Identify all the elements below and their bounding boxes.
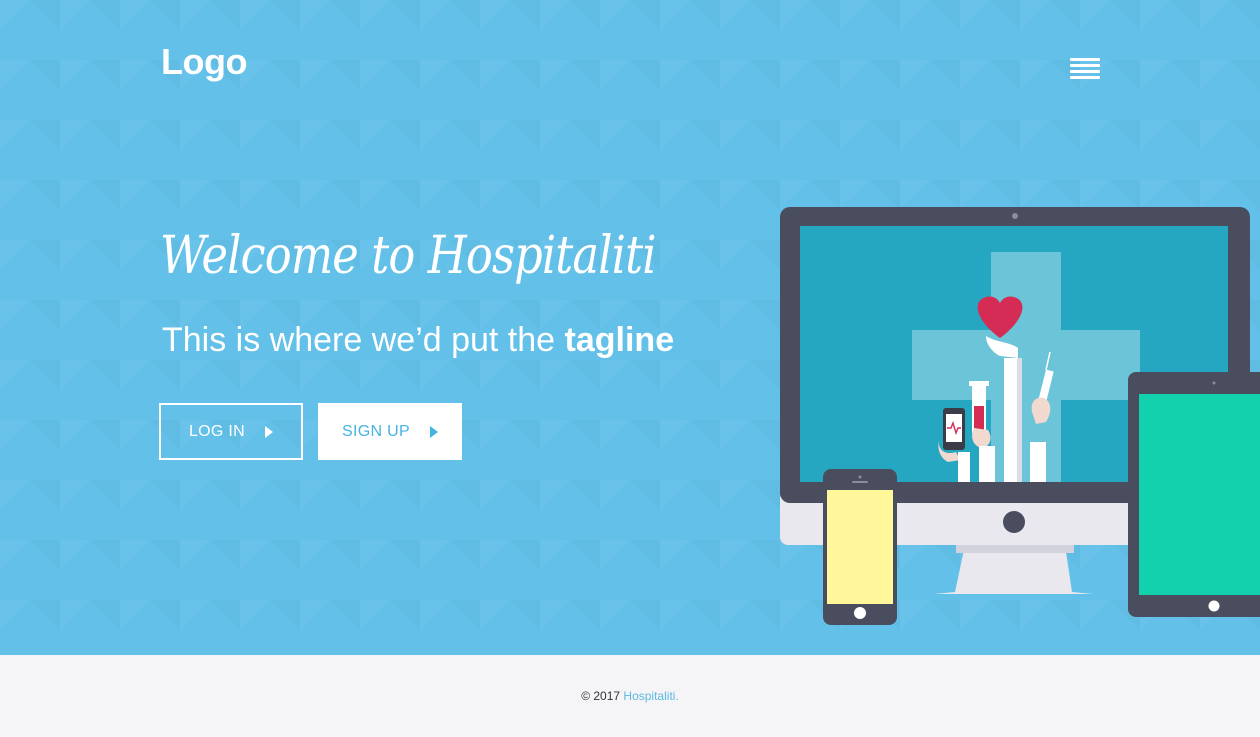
tagline: This is where we’d put the tagline — [162, 321, 675, 359]
tagline-prefix: This is where we’d put the — [162, 321, 556, 359]
footer-brand-link[interactable]: Hospitaliti. — [623, 689, 678, 703]
phone-illustration — [823, 469, 897, 625]
login-button[interactable]: LOG IN — [159, 403, 303, 460]
login-button-label: LOG IN — [188, 422, 246, 440]
hamburger-menu-icon[interactable] — [1068, 56, 1102, 82]
tagline-emphasis: tagline — [564, 321, 675, 359]
signup-button[interactable]: SIGN UP — [318, 403, 462, 460]
welcome-heading: Welcome to Hospitaliti — [160, 226, 657, 286]
devices-illustration — [780, 207, 1260, 625]
tablet-illustration — [1128, 372, 1260, 617]
logo[interactable]: Logo — [161, 44, 247, 80]
signup-button-label: SIGN UP — [342, 422, 410, 440]
footer: © 2017 Hospitaliti. — [0, 655, 1260, 737]
footer-copyright: © 2017 Hospitaliti. — [0, 689, 1260, 703]
copyright-text: © 2017 — [581, 689, 621, 703]
play-arrow-icon — [429, 425, 438, 438]
hero-section: Logo Welcome to Hospitaliti This is wher… — [0, 0, 1260, 655]
play-arrow-icon — [265, 425, 274, 438]
